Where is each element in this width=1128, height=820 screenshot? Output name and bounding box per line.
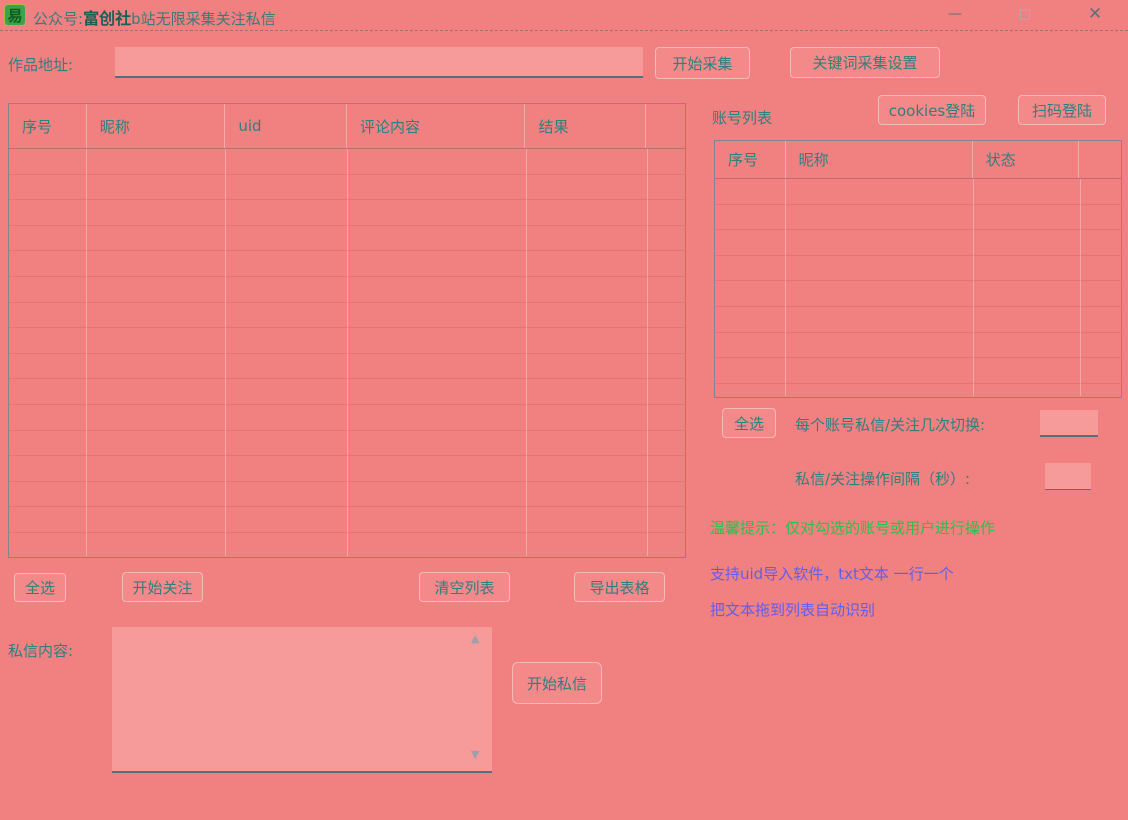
column-header[interactable]: 评论内容	[347, 104, 525, 148]
table-row	[715, 358, 1121, 384]
app-icon: 易	[4, 4, 26, 26]
column-header[interactable]: 序号	[9, 104, 87, 148]
start-dm-button[interactable]: 开始私信	[512, 662, 602, 704]
column-header[interactable]: 状态	[973, 141, 1079, 178]
title-suffix: b站无限采集关注私信	[131, 10, 276, 28]
title-brand: 富创社	[83, 9, 131, 28]
cookies-login-button[interactable]: cookies登陆	[878, 95, 986, 125]
window-title: 公众号:富创社b站无限采集关注私信	[33, 5, 276, 29]
keyword-collect-settings-button[interactable]: 关键词采集设置	[790, 47, 940, 78]
column-header[interactable]: 昵称	[786, 141, 973, 178]
title-bar: 易 公众号:富创社b站无限采集关注私信 — □ ✕	[0, 0, 1128, 31]
interval-label: 私信/关注操作间隔（秒）:	[795, 468, 970, 489]
dm-content-textarea[interactable]	[112, 627, 492, 773]
export-table-button[interactable]: 导出表格	[574, 572, 665, 602]
table-row	[715, 307, 1121, 333]
clear-list-button[interactable]: 清空列表	[419, 572, 510, 602]
column-header[interactable]: 序号	[715, 141, 786, 178]
title-prefix: 公众号:	[33, 10, 83, 28]
comments-table[interactable]: 序号昵称uid评论内容结果	[8, 103, 686, 558]
column-header[interactable]	[646, 104, 685, 148]
close-icon[interactable]: ✕	[1080, 2, 1110, 26]
switch-count-input[interactable]	[1040, 410, 1098, 437]
scroll-up-icon[interactable]: ▲	[471, 633, 479, 644]
dm-content-label: 私信内容:	[8, 640, 73, 661]
switch-count-label: 每个账号私信/关注几次切换:	[795, 414, 985, 435]
column-header[interactable]: uid	[225, 104, 347, 148]
table-body[interactable]	[715, 179, 1121, 396]
import-tip-line2: 把文本拖到列表自动识别	[710, 599, 875, 620]
column-header[interactable]: 昵称	[87, 104, 226, 148]
interval-input[interactable]	[1045, 463, 1091, 490]
table-row	[715, 384, 1121, 396]
accounts-table[interactable]: 序号昵称状态	[714, 140, 1122, 398]
work-url-label: 作品地址:	[8, 54, 73, 75]
scroll-down-icon[interactable]: ▼	[471, 749, 479, 760]
table-body[interactable]	[9, 149, 685, 556]
accounts-select-all-button[interactable]: 全选	[722, 408, 776, 438]
warm-tip-text: 温馨提示：仅对勾选的账号或用户进行操作	[710, 517, 995, 538]
work-url-input[interactable]	[115, 47, 643, 78]
app-window: 易 公众号:富创社b站无限采集关注私信 — □ ✕ 作品地址: 开始采集 关键词…	[0, 0, 1128, 820]
import-tip-line1: 支持uid导入软件，txt文本 一行一个	[710, 563, 954, 584]
column-header[interactable]: 结果	[525, 104, 646, 148]
maximize-icon[interactable]: □	[1010, 2, 1040, 26]
table-row	[715, 205, 1121, 231]
start-follow-button[interactable]: 开始关注	[122, 572, 203, 602]
table-row	[715, 333, 1121, 359]
table-row	[715, 230, 1121, 256]
table-row	[715, 179, 1121, 205]
table-row	[715, 281, 1121, 307]
table-row	[715, 256, 1121, 282]
qr-login-button[interactable]: 扫码登陆	[1018, 95, 1106, 125]
column-header[interactable]	[1079, 141, 1121, 178]
start-collect-button[interactable]: 开始采集	[655, 47, 750, 79]
comments-select-all-button[interactable]: 全选	[14, 573, 66, 602]
minimize-icon[interactable]: —	[940, 2, 970, 26]
account-list-label: 账号列表	[712, 107, 772, 128]
